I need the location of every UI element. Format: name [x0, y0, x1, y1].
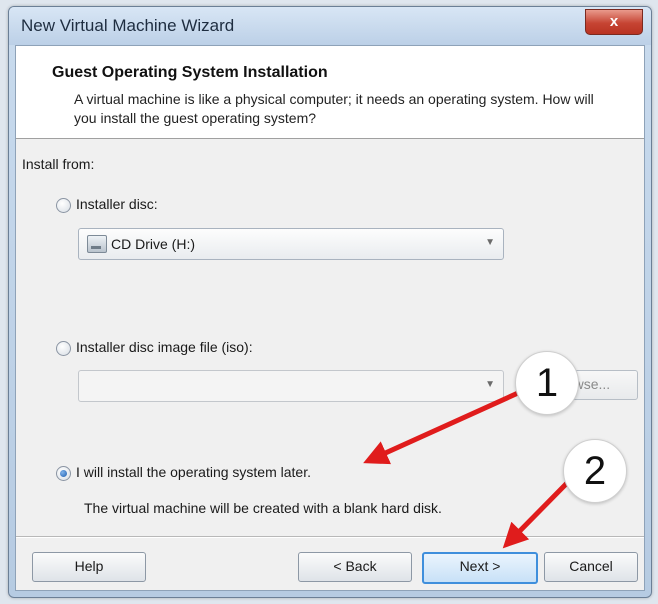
annotation-badge-1: 1 [515, 351, 579, 415]
annotation-arrows [363, 390, 571, 549]
annotation-badge-2: 2 [563, 439, 627, 503]
arrow-to-install-later [363, 390, 521, 465]
arrow-to-next-button [502, 479, 571, 549]
